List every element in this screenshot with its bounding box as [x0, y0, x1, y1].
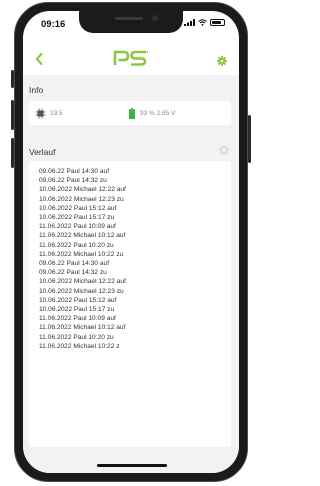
notch — [79, 11, 183, 33]
phone-frame: 09:16 Info 19.5 93 % 2.85 V Verlauf 09.0… — [14, 2, 248, 482]
list-item: 09.06.22 Paul 14:30 auf — [39, 260, 110, 268]
power-button — [248, 115, 251, 163]
settings-button[interactable] — [217, 53, 227, 71]
status-icons — [184, 19, 225, 26]
list-item: 09.06.22 Paul 14:32 zu — [39, 177, 107, 185]
list-item: 11.06.2022 Michael 10:22 zu — [39, 250, 124, 258]
loading-spinner-icon — [219, 145, 229, 155]
content-area: Info 19.5 93 % 2.85 V Verlauf 09.06.22 P… — [23, 75, 239, 473]
ps-logo — [113, 50, 149, 66]
list-item: 10.06.2022 Paul 15:17 zu — [39, 214, 115, 222]
battery-block: 93 % 2.85 V — [129, 107, 176, 119]
list-item: 10.06.2022 Paul 15:12 auf — [39, 296, 117, 304]
speaker-grille — [115, 17, 143, 20]
list-item: 10.06.2022 Michael 12:23 zu — [39, 287, 124, 295]
list-item: 10.06.2022 Paul 15:12 auf — [39, 204, 117, 212]
info-title: Info — [29, 85, 44, 95]
list-item: 10.06.2022 Michael 12:23 zu — [39, 195, 124, 203]
signal-icon — [184, 19, 195, 26]
history-list: 09.06.22 Paul 14:30 auf 09.06.22 Paul 14… — [29, 161, 231, 351]
chip-icon — [35, 108, 46, 118]
list-item: 10.06.2022 Paul 15:17 zu — [39, 306, 115, 314]
back-button[interactable] — [35, 49, 43, 70]
list-item: 09.06.22 Paul 14:32 zu — [39, 269, 107, 277]
list-item: 10.06.2022 Michael 12:22 auf — [39, 186, 126, 194]
list-item: 11.06.2022 Michael 10:12 auf — [39, 232, 126, 240]
wifi-icon — [198, 19, 207, 26]
chip-block: 19.5 — [35, 108, 129, 119]
battery-text: 93 % 2.85 V — [140, 109, 176, 117]
list-item: 11.06.2022 Paul 10:09 auf — [39, 223, 116, 231]
list-item: 09.06.22 Paul 14:30 auf — [39, 168, 110, 175]
stage: 09:16 Info 19.5 93 % 2.85 V Verlauf 09.0… — [0, 0, 261, 486]
list-item: 10.06.2022 Michael 12:22 auf — [39, 278, 126, 286]
list-item: 11.06.2022 Paul 10:09 auf — [39, 315, 116, 323]
info-card: 19.5 93 % 2.85 V — [29, 101, 231, 125]
list-item: 11.06.2022 Michael 10:22 z — [39, 342, 120, 350]
app-header — [23, 47, 239, 73]
gear-icon — [217, 56, 227, 66]
home-indicator[interactable] — [97, 464, 167, 467]
status-time: 09:16 — [41, 19, 66, 30]
info-row: 19.5 93 % 2.85 V — [29, 101, 231, 125]
list-item: 11.06.2022 Michael 10:12 auf — [39, 324, 126, 332]
app-logo — [113, 50, 149, 71]
list-item: 11.06.2022 Paul 10:20 zu — [39, 241, 114, 249]
phone-screen: 09:16 Info 19.5 93 % 2.85 V Verlauf 09.0… — [23, 11, 239, 473]
front-camera — [152, 15, 158, 21]
chip-value: 19.5 — [50, 109, 63, 117]
battery-icon — [129, 107, 135, 119]
list-item: 11.06.2022 Paul 10:20 zu — [39, 333, 114, 341]
history-card: 09.06.22 Paul 14:30 auf 09.06.22 Paul 14… — [29, 161, 231, 447]
history-title: Verlauf — [29, 147, 56, 157]
battery-status-icon — [210, 19, 225, 26]
chevron-left-icon — [35, 52, 43, 66]
